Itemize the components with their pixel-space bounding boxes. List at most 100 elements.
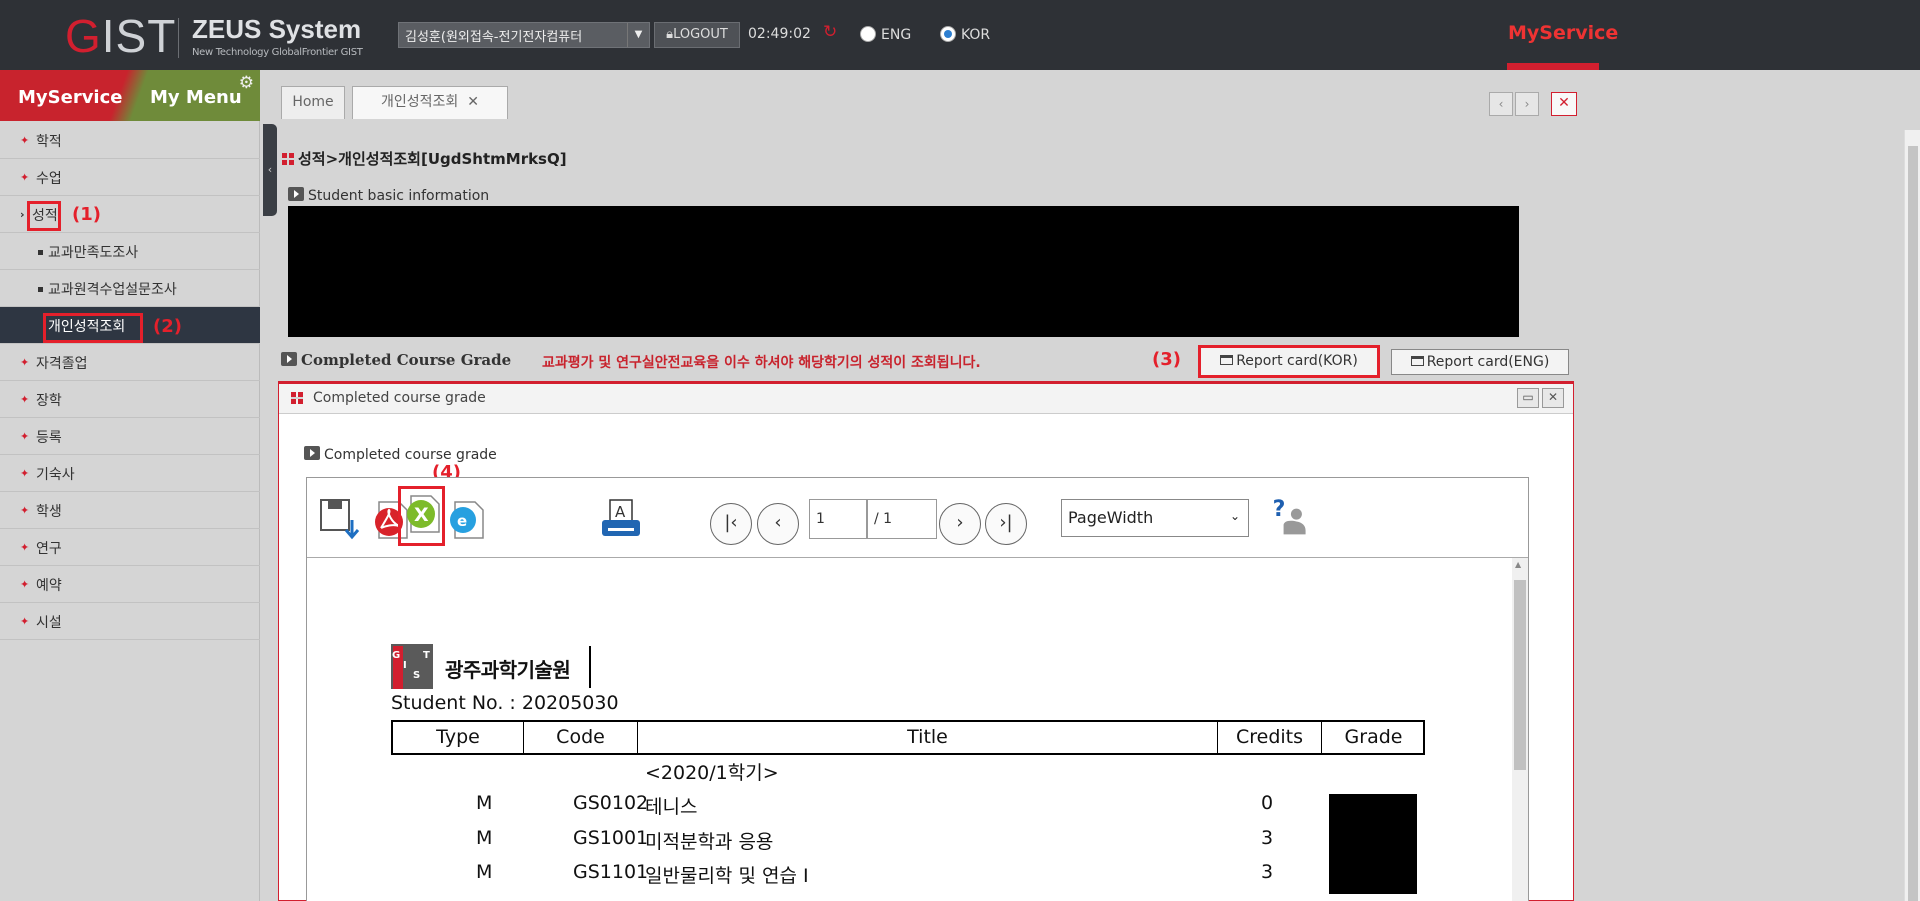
collapse-sidebar-handle[interactable]: ‹ xyxy=(263,124,277,216)
user-name: 김성훈(원외접속-전기전자컴퓨터 xyxy=(405,30,583,45)
window-icon xyxy=(1220,355,1234,365)
last-page-button[interactable]: ›| xyxy=(985,503,1027,545)
chevron-right-icon: › xyxy=(20,208,25,221)
logout-button[interactable]: 🔒︎LOGOUT xyxy=(654,22,740,48)
sidebar-item-reservation[interactable]: ✦ 예약 xyxy=(0,566,260,603)
sidebar-item-scholarship[interactable]: ✦ 장학 xyxy=(0,381,260,418)
lang-kor-radio[interactable] xyxy=(940,26,956,42)
refresh-icon[interactable]: ↻ xyxy=(823,22,837,42)
page-number-input[interactable]: 1 xyxy=(809,499,867,539)
sidebar-item-academic-record[interactable]: ✦ 학적 xyxy=(0,122,260,159)
highlight-box xyxy=(27,201,61,231)
annotation-label: (1) xyxy=(72,204,101,225)
close-icon[interactable]: ✕ xyxy=(467,94,479,110)
sidebar-item-student[interactable]: ✦ 학생 xyxy=(0,492,260,529)
logo-rest: IST xyxy=(101,10,177,62)
page-scrollbar[interactable] xyxy=(1904,130,1920,901)
popup-section-title: Completed course grade xyxy=(304,446,497,463)
row-credits: 3 xyxy=(1261,827,1274,849)
col-code: Code xyxy=(523,722,637,753)
notice-text: 교과평가 및 연구실안전교육을 이수 하셔야 해당학기의 성적이 조회됩니다. xyxy=(542,355,981,371)
row-code: GS1101 xyxy=(573,861,649,883)
section-completed-grade: Completed Course Grade xyxy=(281,351,511,369)
scroll-up-icon[interactable]: ▲ xyxy=(1515,560,1521,569)
print-icon[interactable]: A xyxy=(600,498,642,542)
maximize-button[interactable]: ▭ xyxy=(1517,388,1539,408)
active-indicator xyxy=(1507,63,1599,70)
tab-mymenu[interactable]: My Menu xyxy=(150,87,242,108)
help-icon[interactable]: ? xyxy=(1269,494,1311,538)
zoom-select[interactable]: PageWidth ⌄ xyxy=(1061,499,1249,537)
svg-text:?: ? xyxy=(1273,497,1286,522)
first-page-button[interactable]: |‹ xyxy=(710,503,752,545)
highlight-box xyxy=(43,313,143,343)
popup-header: Completed course grade ▭ ✕ xyxy=(279,384,1573,414)
system-title: ZEUS System xyxy=(192,14,362,44)
plus-icon: ✦ xyxy=(20,430,30,443)
logout-label: LOGOUT xyxy=(673,27,728,42)
row-title: 테니스 xyxy=(645,796,698,818)
viewer-scrollbar[interactable]: ▲ xyxy=(1512,558,1528,901)
bullet-icon xyxy=(38,250,43,255)
sidebar-item-facilities[interactable]: ✦ 시설 xyxy=(0,603,260,640)
svg-text:X: X xyxy=(414,504,429,526)
tab-next-button[interactable]: › xyxy=(1515,92,1539,116)
close-all-tabs-button[interactable]: ✕ xyxy=(1551,92,1577,116)
page-scroll-thumb[interactable] xyxy=(1908,146,1918,901)
session-clock: 02:49:02 xyxy=(748,26,811,42)
next-page-button[interactable]: › xyxy=(939,503,981,545)
save-download-icon[interactable] xyxy=(319,498,361,542)
row-credits: 0 xyxy=(1261,792,1274,814)
gist-logo[interactable]: GIST xyxy=(65,12,176,60)
annotation-label: (2) xyxy=(153,316,182,337)
tab-myservice[interactable]: MyService xyxy=(18,87,122,108)
redacted-info-block xyxy=(288,206,1519,337)
excel-export-icon[interactable]: X xyxy=(401,492,443,536)
tab-home[interactable]: Home xyxy=(281,86,345,119)
sidebar-item-research[interactable]: ✦ 연구 xyxy=(0,529,260,566)
chevron-down-icon[interactable]: ▼ xyxy=(627,23,649,47)
page-total: / 1 xyxy=(867,499,937,539)
report-viewer: X e A |‹ ‹ 1 / 1 › ›| PageWidth ⌄ ? ▲ G … xyxy=(306,477,1529,901)
sidebar-item-registration[interactable]: ✦ 등록 xyxy=(0,418,260,455)
row-code: GS0102 xyxy=(573,792,649,814)
sidebar-item-classes[interactable]: ✦ 수업 xyxy=(0,159,260,196)
plus-icon: ✦ xyxy=(20,541,30,554)
user-select[interactable]: 김성훈(원외접속-전기전자컴퓨터 ▼ xyxy=(398,22,650,48)
sidebar-item-course-satisfaction[interactable]: 교과만족도조사 xyxy=(0,233,260,270)
student-number: Student No. : 20205030 xyxy=(391,692,619,714)
row-type: M xyxy=(476,792,493,814)
page-title: 성적>개인성적조회[UgdShtmMrksQ] xyxy=(282,148,567,169)
hwp-export-icon[interactable]: e xyxy=(445,498,487,542)
tab-prev-button[interactable]: ‹ xyxy=(1489,92,1513,116)
col-credits: Credits xyxy=(1217,722,1321,753)
scroll-thumb[interactable] xyxy=(1514,580,1526,770)
plus-icon: ✦ xyxy=(20,467,30,480)
gear-icon[interactable]: ⚙ xyxy=(239,73,254,93)
tab-personal-grades[interactable]: 개인성적조회 ✕ xyxy=(352,86,508,119)
lang-eng-label: ENG xyxy=(881,27,912,43)
row-title: 일반물리학 및 연습 I xyxy=(645,865,809,887)
row-title: 미적분학과 응용 xyxy=(645,831,774,853)
lang-kor-label: KOR xyxy=(961,27,991,43)
row-type: M xyxy=(476,861,493,883)
sidebar-item-dormitory[interactable]: ✦ 기숙사 xyxy=(0,455,260,492)
grade-popup: Completed course grade ▭ ✕ Completed cou… xyxy=(278,381,1574,901)
report-card-eng-button[interactable]: Report card(ENG) xyxy=(1391,349,1569,375)
top-myservice-link[interactable]: MyService xyxy=(1508,22,1618,44)
grid-icon xyxy=(282,153,294,165)
sidebar-item-remote-survey[interactable]: 교과원격수업설문조사 xyxy=(0,270,260,307)
semester-heading: <2020/1학기> xyxy=(645,762,779,784)
col-type: Type xyxy=(436,726,480,748)
report-card-kor-button[interactable]: Report card(KOR) xyxy=(1198,345,1380,378)
sidebar-item-qualification[interactable]: ✦ 자격졸업 xyxy=(0,344,260,381)
close-popup-button[interactable]: ✕ xyxy=(1542,388,1564,408)
grid-icon xyxy=(291,392,303,404)
window-icon xyxy=(1410,356,1424,366)
prev-page-button[interactable]: ‹ xyxy=(757,503,799,545)
svg-text:A: A xyxy=(615,503,626,521)
row-credits: 3 xyxy=(1261,861,1274,883)
lang-eng-radio[interactable] xyxy=(860,26,876,42)
plus-icon: ✦ xyxy=(20,171,30,184)
grade-table-header: Type Code Title Credits Grade xyxy=(391,720,1425,755)
